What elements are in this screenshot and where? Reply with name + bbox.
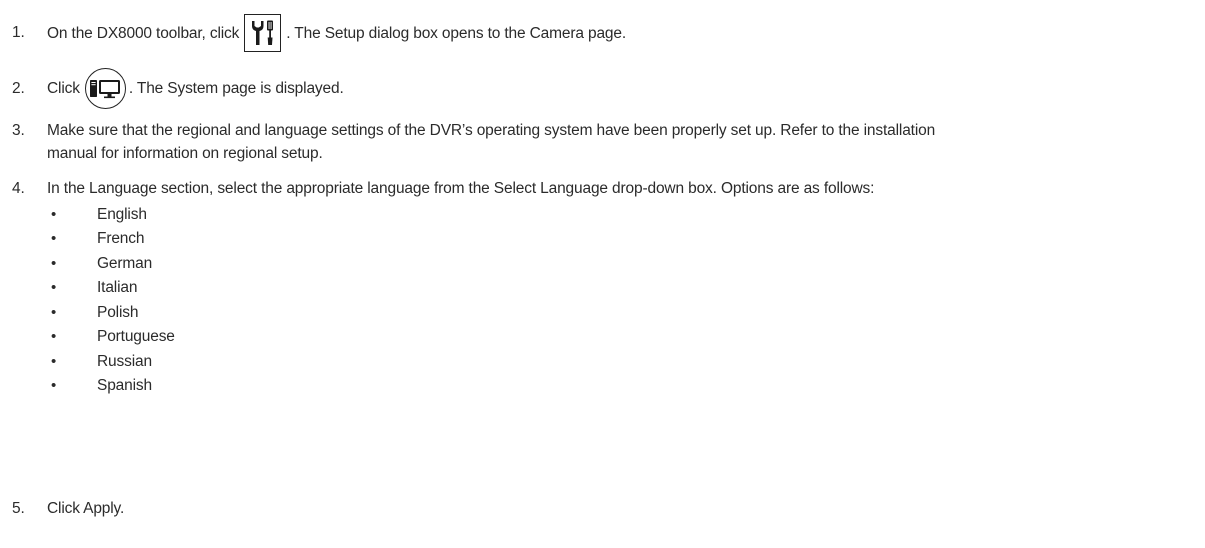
language-option: Polish — [97, 303, 139, 321]
computer-icon — [90, 79, 121, 98]
step-text: . The System page is displayed. — [128, 80, 344, 97]
list-item: • Italian — [47, 277, 1191, 302]
step-body: On the DX8000 toolbar, click . The Setup… — [47, 14, 1191, 52]
step-body: Click Apply. — [47, 498, 1191, 519]
step-number: 2. — [12, 80, 25, 97]
bullet: • — [51, 352, 57, 370]
bullet: • — [51, 230, 57, 247]
step-text: Click Apply. — [47, 500, 125, 517]
list-item: • Russian — [47, 351, 1191, 376]
step-5: 5. Click Apply. — [12, 498, 1191, 519]
step-text: In the Language section, select the appr… — [47, 180, 875, 197]
step-text: Click — [47, 80, 80, 97]
step-body: In the Language section, select the appr… — [47, 178, 1191, 400]
list-item: • Spanish — [47, 375, 1191, 400]
setup-tools-icon[interactable] — [244, 14, 282, 52]
step-text: . The Setup dialog box opens to the Came… — [286, 24, 627, 42]
bullet: • — [51, 328, 57, 345]
list-item: • German — [47, 253, 1191, 278]
list-item: • French — [47, 228, 1191, 253]
bullet: • — [51, 254, 57, 272]
language-options-list: • English • French • German • Italian • Polis… — [47, 204, 1191, 400]
bullet: • — [51, 303, 57, 321]
step-4: 4. In the Language section, select the a… — [12, 178, 1191, 400]
step-number: 1. — [12, 24, 25, 41]
language-option: Italian — [97, 279, 138, 296]
step-3: 3. Make sure that the regional and langu… — [12, 120, 1191, 164]
step-body: Click . The System page is displayed. — [47, 68, 1191, 109]
system-computer-icon[interactable] — [84, 68, 126, 109]
step-number: 3. — [12, 122, 25, 139]
list-item: • English — [47, 204, 1191, 229]
list-item: • Polish — [47, 302, 1191, 327]
step-number: 5. — [12, 500, 25, 517]
step-text: Make sure that the regional and language… — [47, 122, 936, 139]
step-body: Make sure that the regional and language… — [47, 120, 1191, 164]
language-option: English — [97, 205, 147, 223]
language-option: German — [97, 254, 153, 272]
step-text: manual for information on regional setup… — [47, 145, 323, 162]
bullet: • — [51, 377, 57, 394]
step-text: On the DX8000 toolbar, click — [47, 24, 240, 42]
language-option: Portuguese — [97, 328, 175, 345]
list-item: • Portuguese — [47, 326, 1191, 351]
language-option: French — [97, 230, 145, 247]
bullet: • — [51, 279, 57, 296]
step-1: 1. On the DX8000 toolbar, click . The Se… — [12, 14, 1191, 52]
language-option: Russian — [97, 352, 152, 370]
instruction-document: 1. On the DX8000 toolbar, click . The Se… — [0, 0, 1205, 548]
step-2: 2. Click . The System page is displayed. — [12, 68, 1191, 109]
wrench-screwdriver-icon — [251, 20, 273, 45]
language-option: Spanish — [97, 377, 152, 394]
step-number: 4. — [12, 180, 25, 197]
bullet: • — [51, 205, 57, 223]
